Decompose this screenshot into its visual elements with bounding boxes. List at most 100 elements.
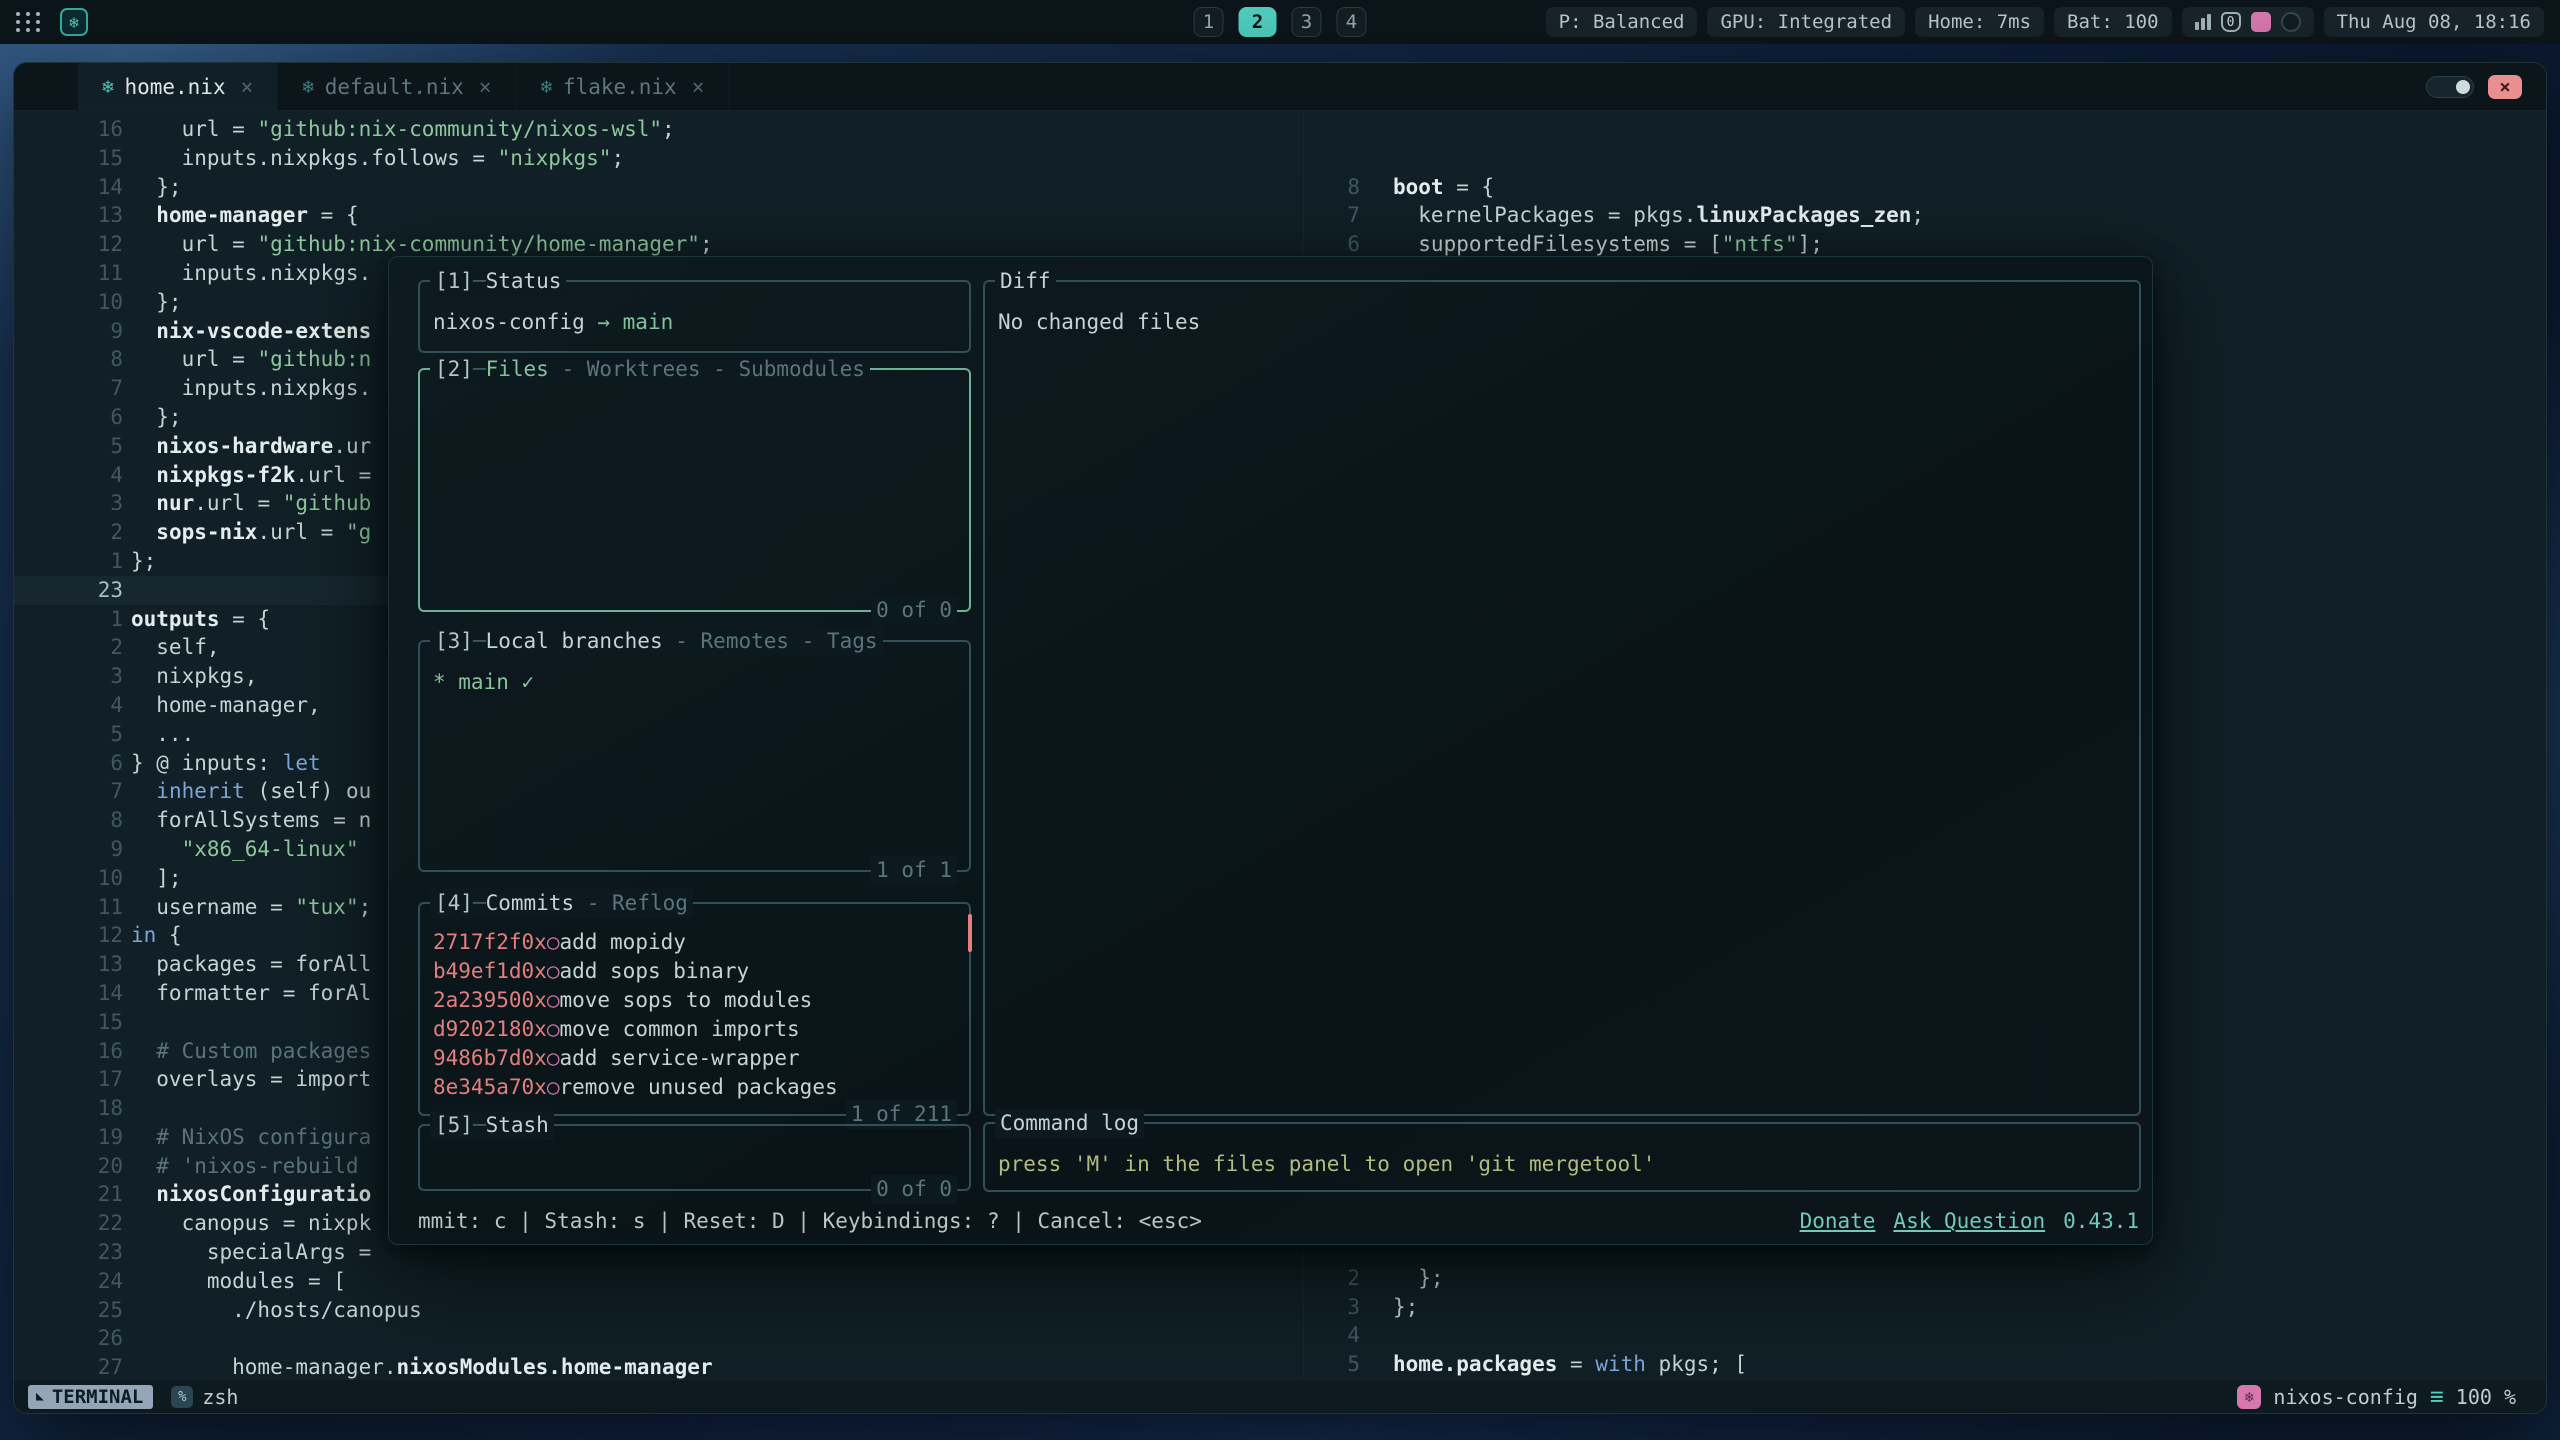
tray-icon-dark[interactable] — [2281, 12, 2301, 32]
shield-zero-badge[interactable]: 0 — [2221, 12, 2241, 32]
lazygit-commits-panel[interactable]: [4]─Commits - Reflog 2717f2f 0x ○ add mo… — [418, 902, 971, 1116]
workspace-button-1[interactable]: 1 — [1194, 7, 1224, 37]
code-line: 7 kernelPackages = pkgs.linuxPackages_ze… — [1304, 201, 2546, 230]
line-number: 7 — [14, 777, 123, 806]
branches-count: 1 of 1 — [871, 856, 957, 885]
tab-default.nix[interactable]: ❄default.nix× — [278, 63, 516, 110]
code-text: inherit (self) ou — [131, 777, 371, 806]
line-number: 13 — [14, 950, 123, 979]
commit-author: 0x — [522, 957, 547, 986]
stash-count: 0 of 0 — [871, 1175, 957, 1204]
code-text: nixpkgs-f2k.url = — [131, 461, 371, 490]
code-text: nix-vscode-extens — [131, 317, 371, 346]
clock[interactable]: Thu Aug 08, 18:16 — [2324, 7, 2544, 37]
commit-row[interactable]: d920218 0x ○ move common imports — [433, 1015, 957, 1044]
stash-panel-title: [5]─Stash — [430, 1111, 554, 1140]
code-text: url = "github:nix-community/home-manager… — [131, 230, 713, 259]
tab-close-icon[interactable]: × — [692, 75, 705, 99]
commit-message: move common imports — [559, 1015, 799, 1044]
commits-scrollbar[interactable] — [968, 914, 972, 952]
terminal-corner-icon: ◣ — [36, 1389, 44, 1404]
lazygit-command-log-panel[interactable]: Command log press 'M' in the files panel… — [983, 1122, 2141, 1192]
donate-link[interactable]: Donate — [1800, 1207, 1876, 1236]
line-number: 27 — [14, 1353, 123, 1379]
commit-graph-dot-icon: ○ — [547, 957, 560, 986]
code-line: 4 — [1304, 1321, 2546, 1350]
commit-author: 0x — [522, 928, 547, 957]
line-number: 7 — [14, 374, 123, 403]
lazygit-status-panel[interactable]: [1]─Status nixos-config → main — [418, 280, 971, 353]
tab-label: home.nix — [124, 75, 225, 99]
workspace-button-4[interactable]: 4 — [1337, 7, 1367, 37]
commit-hash: 2a23950 — [433, 986, 522, 1015]
tab-close-icon[interactable]: × — [479, 75, 492, 99]
tabs-container: ❄home.nix×❄default.nix×❄flake.nix× — [78, 63, 729, 110]
topbar-segments: P: BalancedGPU: IntegratedHome: 7msBat: … — [1546, 7, 2172, 37]
ask-question-link[interactable]: Ask Question — [1893, 1207, 2045, 1236]
diff-content: No changed files — [985, 282, 2139, 343]
terminal-mode-label: TERMINAL — [52, 1386, 144, 1408]
commit-row[interactable]: 8e345a7 0x ○ remove unused packages — [433, 1073, 957, 1102]
list-lines-icon[interactable]: ≡ — [2430, 1384, 2444, 1410]
line-number: 10 — [14, 864, 123, 893]
segment-home-latency: Home: 7ms — [1915, 7, 2044, 37]
line-number: 21 — [14, 1180, 123, 1209]
line-number: 26 — [14, 1324, 123, 1353]
right-pane-bottom-code: 2 };3};45home.packages = with pkgs; [ — [1304, 1264, 2546, 1379]
lazygit-files-panel[interactable]: [2]─Files - Worktrees - Submodules 0 of … — [418, 368, 971, 612]
network-signal-icon[interactable] — [2195, 14, 2211, 30]
code-line: 2 }; — [1304, 1264, 2546, 1293]
commit-message: add sops binary — [559, 957, 749, 986]
tab-flake.nix[interactable]: ❄flake.nix× — [516, 63, 729, 110]
workspace-button-3[interactable]: 3 — [1292, 7, 1322, 37]
repo-name[interactable]: nixos-config — [2273, 1385, 2418, 1409]
tab-close-icon[interactable]: × — [241, 75, 254, 99]
line-number: 2 — [1304, 1264, 1360, 1293]
nix-file-icon: ❄ — [102, 76, 113, 98]
line-number: 1 — [14, 605, 123, 634]
line-number: 13 — [14, 201, 123, 230]
line-number: 4 — [14, 691, 123, 720]
lazygit-branches-panel[interactable]: [3]─Local branches - Remotes - Tags * ma… — [418, 640, 971, 872]
lazygit-version: 0.43.1 — [2063, 1207, 2139, 1236]
workspace-switcher: 1234 — [1194, 7, 1367, 37]
workspace-button-2[interactable]: 2 — [1239, 7, 1277, 37]
line-number: 23 — [14, 576, 123, 605]
line-number: 6 — [1304, 230, 1360, 259]
code-text: # 'nixos-rebuild — [131, 1152, 359, 1181]
apps-grid-icon[interactable] — [16, 12, 42, 32]
commit-hash: b49ef1d — [433, 957, 522, 986]
shell-icon: % — [171, 1386, 193, 1408]
shell-chip[interactable]: % zsh — [171, 1385, 238, 1409]
code-line: 24 modules = [ — [14, 1267, 1303, 1296]
code-text: }; — [131, 547, 156, 576]
line-number: 2 — [14, 633, 123, 662]
code-text: inputs.nixpkgs. — [131, 374, 371, 403]
lazygit-diff-panel[interactable]: Diff No changed files — [983, 280, 2141, 1116]
toggle-switch[interactable] — [2426, 76, 2474, 98]
code-text: nixosConfiguratio — [131, 1180, 371, 1209]
tray-icon-magenta[interactable] — [2251, 12, 2271, 32]
editor-window: ❄home.nix×❄default.nix×❄flake.nix× × 16 … — [13, 62, 2547, 1414]
statusbar-right-group: ❄ nixos-config ≡ 100 % — [2237, 1384, 2516, 1410]
tab-home.nix[interactable]: ❄ home.nix × — [78, 63, 278, 110]
line-number: 8 — [1304, 173, 1360, 202]
line-number: 8 — [14, 806, 123, 835]
lazygit-stash-panel[interactable]: [5]─Stash 0 of 0 — [418, 1124, 971, 1191]
window-close-button[interactable]: × — [2488, 75, 2522, 99]
keybar-hints: mmit: c | Stash: s | Reset: D | Keybindi… — [418, 1207, 1202, 1236]
commit-row[interactable]: 2717f2f 0x ○ add mopidy — [433, 928, 957, 957]
commit-graph-dot-icon: ○ — [547, 1015, 560, 1044]
segment-power-profile: P: Balanced — [1546, 7, 1698, 37]
line-number: 10 — [14, 288, 123, 317]
commit-row[interactable]: 9486b7d 0x ○ add service-wrapper — [433, 1044, 957, 1073]
code-line: 13 home-manager = { — [14, 201, 1303, 230]
segment-gpu: GPU: Integrated — [1707, 7, 1905, 37]
commit-row[interactable]: b49ef1d 0x ○ add sops binary — [433, 957, 957, 986]
code-text: ]; — [131, 864, 182, 893]
nixos-logo-badge[interactable]: ❄ — [60, 8, 88, 36]
repo-badge-icon[interactable]: ❄ — [2237, 1385, 2261, 1409]
line-number: 12 — [14, 230, 123, 259]
commit-row[interactable]: 2a23950 0x ○ move sops to modules — [433, 986, 957, 1015]
code-text: outputs = { — [131, 605, 270, 634]
